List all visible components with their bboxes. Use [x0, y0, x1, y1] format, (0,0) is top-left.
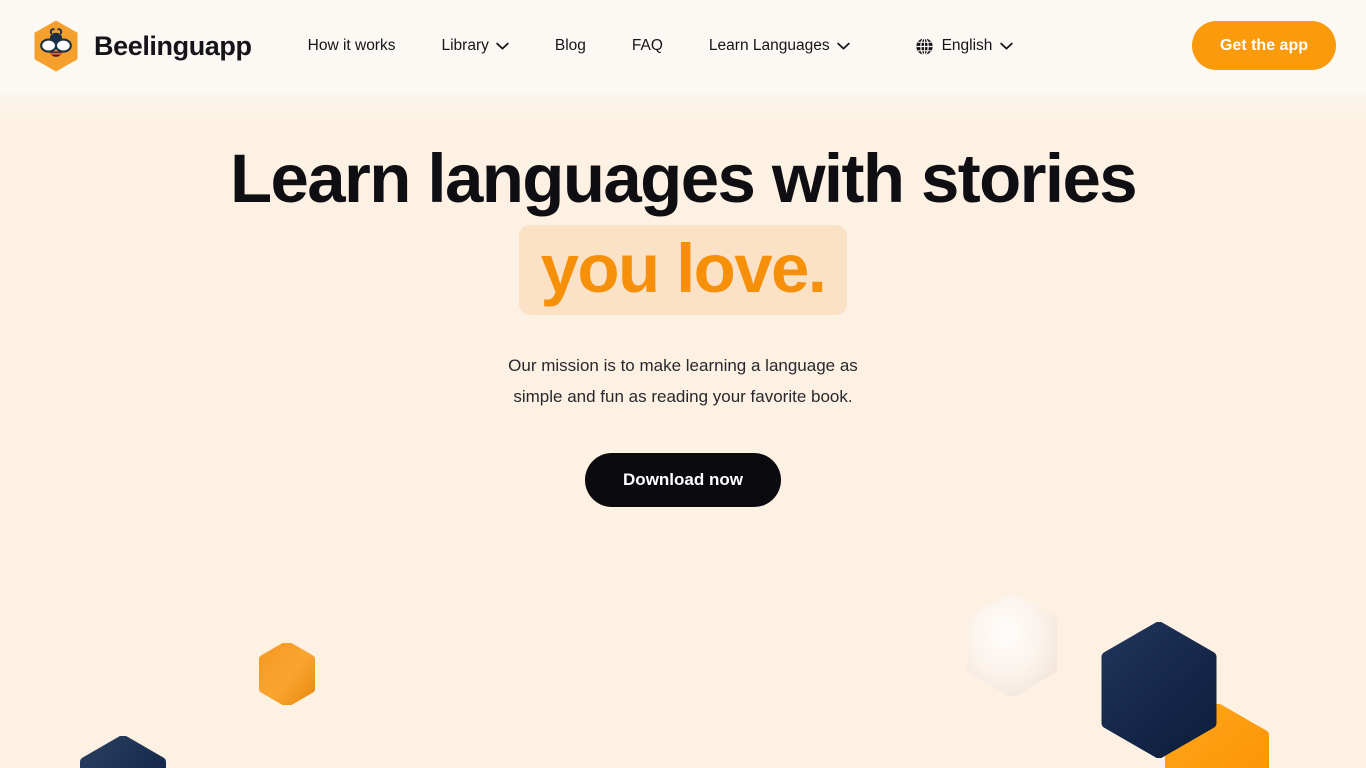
- nav-item-label: Library: [441, 37, 489, 54]
- hero-subtitle-line1: Our mission is to make learning a langua…: [508, 356, 858, 376]
- hero-section: Learn languages with stories you love. O…: [0, 92, 1366, 768]
- nav-item-label: FAQ: [631, 37, 663, 54]
- hero-content: Learn languages with stories you love. O…: [0, 92, 1366, 507]
- nav-item-library[interactable]: Library: [418, 26, 531, 66]
- nav-item-label: Blog: [554, 37, 586, 54]
- chevron-down-icon: [836, 42, 850, 50]
- nav-item-label: Learn Languages: [708, 37, 830, 54]
- hero-subtitle: Our mission is to make learning a langua…: [0, 351, 1366, 413]
- get-the-app-button[interactable]: Get the app: [1191, 21, 1336, 70]
- globe-icon: [915, 37, 933, 55]
- decorative-hexagon-white-icon: [967, 594, 1057, 696]
- hero-subtitle-line2: simple and fun as reading your favorite …: [513, 387, 853, 407]
- nav-item-label: How it works: [307, 37, 396, 54]
- download-now-button[interactable]: Download now: [585, 453, 781, 507]
- brand-name: Beelinguapp: [94, 30, 252, 61]
- nav-item-how-it-works[interactable]: How it works: [285, 26, 419, 66]
- main-navigation: How it works Library Blog FAQ Learn Lang…: [285, 26, 873, 66]
- chevron-down-icon: [496, 42, 509, 50]
- hero-highlight-wrap: you love.: [0, 225, 1366, 316]
- site-header: Beelinguapp How it works Library Blog FA…: [0, 0, 1366, 92]
- hero-title-highlight: you love.: [518, 225, 848, 316]
- decorative-hexagon-navy-left-icon: [80, 736, 166, 768]
- nav-item-faq[interactable]: FAQ: [609, 26, 686, 66]
- language-label: English: [941, 37, 993, 54]
- nav-item-learn-languages[interactable]: Learn Languages: [686, 26, 873, 66]
- language-selector[interactable]: English: [915, 26, 1014, 66]
- bee-hexagon-logo-icon: [34, 20, 78, 72]
- decorative-hexagon-navy-right-icon: [1101, 622, 1217, 758]
- page-title: Learn languages with stories you love.: [0, 140, 1366, 316]
- chevron-down-icon: [1000, 42, 1014, 50]
- brand-logo-link[interactable]: Beelinguapp: [32, 20, 252, 72]
- hero-title-line1: Learn languages with stories: [229, 140, 1138, 217]
- decorative-hexagon-orange-small-icon: [259, 643, 315, 705]
- nav-item-blog[interactable]: Blog: [532, 26, 609, 66]
